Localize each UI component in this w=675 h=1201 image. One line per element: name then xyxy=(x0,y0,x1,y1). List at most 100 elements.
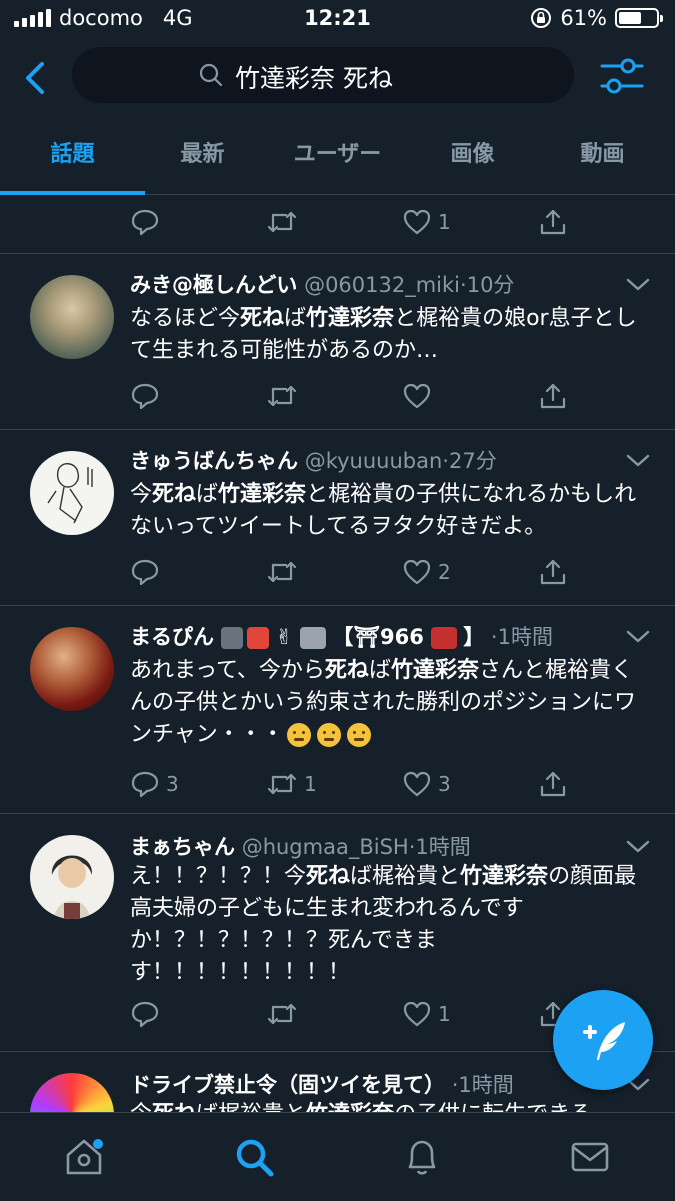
timestamp: 1時間 xyxy=(415,835,471,859)
thinking-face-icon xyxy=(286,723,311,747)
tweet-actions: 3 1 3 xyxy=(130,767,580,801)
tweet-text: あれまって、今から死ねば竹達彩奈さんと梶裕貴くんの子供とかいう約束された勝利のポ… xyxy=(130,658,637,747)
tab-videos[interactable]: 動画 xyxy=(535,118,670,194)
like-button[interactable]: 2 xyxy=(402,555,451,589)
reply-button[interactable]: 3 xyxy=(130,767,179,801)
tweet-text: 今死ねば梶裕貴と竹達彩奈の子供に転生できる xyxy=(130,1099,650,1112)
reply-icon xyxy=(131,209,159,236)
display-name: まるぴん xyxy=(130,625,214,649)
share-button[interactable] xyxy=(538,767,568,801)
tweet-feed[interactable]: 1 みき@極しんどい @060132_miki·10分 なるほど今死ねば竹達彩奈… xyxy=(0,195,675,1112)
status-bar: docomo 4G 12:21 61% xyxy=(0,0,675,38)
retweet-icon xyxy=(267,773,297,795)
name-emoji-icons xyxy=(220,627,269,649)
heart-icon xyxy=(403,559,431,585)
avatar[interactable] xyxy=(30,275,114,359)
share-button[interactable] xyxy=(538,555,568,589)
avatar[interactable] xyxy=(30,627,114,711)
tweet-header: まぁちゃん @hugmaa_BiSH·1時間 xyxy=(130,835,471,859)
bell-icon[interactable] xyxy=(400,1135,444,1179)
reply-icon xyxy=(131,559,159,586)
search-tabs: 話題 最新 ユーザー 画像 動画 xyxy=(0,118,675,195)
bottom-nav xyxy=(0,1112,675,1201)
mail-icon[interactable] xyxy=(568,1135,612,1179)
search-icon[interactable] xyxy=(232,1135,276,1179)
tab-trending[interactable]: 話題 xyxy=(0,118,145,194)
search-header: 竹達彩奈 死ね xyxy=(0,38,675,118)
compose-tweet-icon xyxy=(583,1022,625,1060)
tweet-actions xyxy=(130,379,580,413)
retweet-icon xyxy=(267,211,297,233)
like-button[interactable]: 1 xyxy=(402,997,451,1031)
share-button[interactable] xyxy=(538,379,568,413)
reply-button[interactable] xyxy=(130,997,166,1031)
handle: @060132_miki xyxy=(304,273,461,297)
reply-button[interactable] xyxy=(130,555,166,589)
chevron-down-icon[interactable] xyxy=(625,453,651,469)
heart-icon xyxy=(403,771,431,797)
tweet-header: ドライブ禁止令（固ツイを見て） ·1時間 xyxy=(130,1073,514,1097)
reply-icon xyxy=(131,383,159,410)
display-name: きゅうばんちゃん xyxy=(130,449,298,473)
retweet-icon xyxy=(267,561,297,583)
tweet-header: きゅうばんちゃん @kyuuuuban·27分 xyxy=(130,449,497,473)
tweet-header: みき@極しんどい @060132_miki·10分 xyxy=(130,273,515,297)
thinking-face-icon xyxy=(316,723,341,747)
retweet-button[interactable] xyxy=(266,555,304,589)
avatar[interactable] xyxy=(30,451,114,535)
share-icon xyxy=(540,771,566,797)
sliders-icon[interactable] xyxy=(598,54,646,98)
retweet-button[interactable] xyxy=(266,997,304,1031)
like-button[interactable]: 1 xyxy=(402,205,451,239)
tweet[interactable]: きゅうばんちゃん @kyuuuuban·27分 今死ねば竹達彩奈と梶裕貴の子供に… xyxy=(0,445,675,605)
timestamp: 1時間 xyxy=(458,1073,514,1097)
like-button[interactable]: 3 xyxy=(402,767,451,801)
orientation-lock-icon xyxy=(531,8,552,28)
heart-icon xyxy=(403,209,431,235)
tab-latest[interactable]: 最新 xyxy=(135,118,270,194)
chevron-down-icon[interactable] xyxy=(625,277,651,293)
tweet-divider xyxy=(0,429,675,430)
name-emoji: ✌ xyxy=(275,625,293,649)
avatar[interactable] xyxy=(30,1073,114,1112)
search-input[interactable]: 竹達彩奈 死ね xyxy=(72,47,574,103)
handle: @kyuuuuban xyxy=(304,449,443,473)
handle: @hugmaa_BiSH xyxy=(241,835,409,859)
tweet-divider xyxy=(0,605,675,606)
tweet-header: まるぴん ✌ 【⛩966 】 ·1時間 xyxy=(130,625,553,649)
battery-percent: 61% xyxy=(560,6,607,30)
compose-tweet-button[interactable] xyxy=(553,990,653,1090)
name-suffix: 【⛩966 xyxy=(332,625,424,649)
chevron-down-icon[interactable] xyxy=(625,839,651,855)
share-icon xyxy=(540,383,566,409)
search-query: 竹達彩奈 死ね xyxy=(235,64,393,93)
display-name: ドライブ禁止令（固ツイを見て） xyxy=(130,1073,445,1097)
retweet-button[interactable] xyxy=(266,205,304,239)
tweet[interactable]: まるぴん ✌ 【⛩966 】 ·1時間 あれまって、今から死ねば竹達彩奈さんと梶… xyxy=(0,621,675,817)
heart-icon xyxy=(403,383,431,409)
reply-button[interactable] xyxy=(130,205,166,239)
avatar[interactable] xyxy=(30,835,114,919)
chevron-down-icon[interactable] xyxy=(625,629,651,645)
tweet-actions: 2 xyxy=(130,555,580,589)
retweet-button[interactable]: 1 xyxy=(266,767,317,801)
tweet-divider xyxy=(0,813,675,814)
reply-button[interactable] xyxy=(130,379,166,413)
slot-machine-icon xyxy=(430,627,457,649)
home-icon[interactable] xyxy=(62,1135,106,1179)
retweet-button[interactable] xyxy=(266,379,304,413)
sketch-avatar-image xyxy=(47,463,93,524)
thinking-face-icon xyxy=(346,723,371,747)
tab-users[interactable]: ユーザー xyxy=(270,118,405,194)
tweet-text: 今死ねば竹達彩奈と梶裕貴の子供になれるかもしれないってツイートしてるヲタク好きだ… xyxy=(130,482,637,539)
retweet-icon xyxy=(267,385,297,407)
like-button[interactable] xyxy=(402,379,438,413)
timestamp: 27分 xyxy=(448,449,497,473)
tweet[interactable]: みき@極しんどい @060132_miki·10分 なるほど今死ねば竹達彩奈と梶… xyxy=(0,269,675,429)
share-icon xyxy=(540,559,566,585)
display-name: みき@極しんどい xyxy=(130,273,298,297)
back-chevron-icon[interactable] xyxy=(18,58,58,98)
share-button[interactable] xyxy=(538,205,568,239)
tab-images[interactable]: 画像 xyxy=(405,118,540,194)
tweet-actions: 1 xyxy=(130,205,580,239)
